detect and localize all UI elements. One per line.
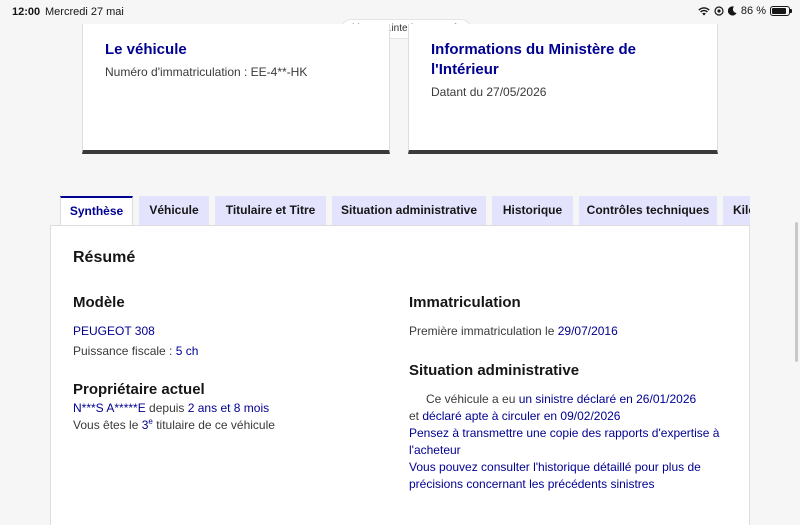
- owner-name: N***S A*****E: [73, 401, 146, 415]
- fiscal-power-label: Puissance fiscale :: [73, 344, 176, 358]
- modele-heading: Modèle: [73, 294, 125, 311]
- status-time: 12:00: [12, 6, 41, 18]
- battery-icon: [770, 6, 792, 16]
- advice-history-line-1[interactable]: Vous pouvez consulter l'historique détai…: [409, 459, 701, 476]
- synthese-panel: Résumé Modèle PEUGEOT 308 Puissance fisc…: [50, 225, 750, 525]
- tab-controles-techniques[interactable]: Contrôles techniques: [579, 196, 717, 226]
- advice-expertise-line-2[interactable]: l'acheteur: [409, 442, 461, 459]
- owner-heading: Propriétaire actuel: [73, 381, 205, 398]
- battery-percent: 86 %: [740, 5, 766, 17]
- vehicle-card-title: Le véhicule: [105, 41, 187, 58]
- registration-number: Numéro d'immatriculation : EE-4**-HK: [105, 65, 308, 79]
- situation-line-1: Ce véhicule a eu un sinistre déclaré en …: [426, 391, 696, 408]
- wifi-icon: [698, 7, 710, 16]
- vehicle-card: Le véhicule Numéro d'immatriculation : E…: [82, 24, 390, 154]
- situation-line-2-prefix: et: [409, 409, 423, 423]
- tab-kilometrage[interactable]: Kilo: [723, 196, 750, 226]
- situation-heading: Situation administrative: [409, 362, 580, 379]
- advice-history-line-2[interactable]: précisions concernant les précédents sin…: [409, 476, 654, 493]
- ministry-card: Informations du Ministère de l'Intérieur…: [408, 24, 718, 154]
- owner-since-label: depuis: [145, 401, 188, 415]
- tab-synthese[interactable]: Synthèse: [60, 196, 133, 226]
- immatriculation-heading: Immatriculation: [409, 294, 521, 311]
- apte-link[interactable]: déclaré apte à circuler en 09/02/2026: [422, 409, 620, 423]
- owner-line: N***S A*****E depuis 2 ans et 8 mois: [73, 400, 269, 417]
- fiscal-power-value: 5 ch: [175, 344, 199, 358]
- owner-rank-prefix: Vous êtes le: [73, 418, 142, 432]
- page-scrollbar[interactable]: [795, 222, 798, 362]
- fiscal-power: Puissance fiscale : 5 ch: [73, 343, 198, 360]
- tab-historique[interactable]: Historique: [492, 196, 573, 226]
- owner-rank-suffix: titulaire de ce véhicule: [152, 418, 275, 432]
- tab-titulaire[interactable]: Titulaire et Titre: [215, 196, 326, 226]
- location-icon: [714, 6, 724, 16]
- owner-duration: 2 ans et 8 mois: [187, 401, 270, 415]
- situation-line-2: et déclaré apte à circuler en 09/02/2026: [409, 408, 620, 425]
- status-right: 86 %: [698, 5, 792, 17]
- status-date: Mercredi 27 mai: [45, 6, 124, 18]
- moon-icon: [727, 6, 737, 16]
- owner-rank-number: 3e: [142, 418, 153, 433]
- tab-vehicule[interactable]: Véhicule: [139, 196, 209, 226]
- advice-expertise-line-1[interactable]: Pensez à transmettre une copie des rappo…: [409, 425, 719, 442]
- sinistre-link[interactable]: un sinistre déclaré en 26/01/2026: [519, 392, 696, 406]
- first-registration-label: Première immatriculation le: [409, 324, 558, 338]
- situation-line-1-prefix: Ce véhicule a eu: [426, 392, 519, 406]
- first-registration-date: 29/07/2016: [557, 324, 618, 338]
- ministry-date: Datant du 27/05/2026: [431, 85, 547, 99]
- resume-heading: Résumé: [73, 249, 136, 266]
- tab-bar: Synthèse Véhicule Titulaire et Titre Sit…: [60, 196, 750, 226]
- ministry-card-title: Informations du Ministère de l'Intérieur: [431, 41, 637, 78]
- tab-situation-administrative[interactable]: Situation administrative: [332, 196, 486, 226]
- model-name: PEUGEOT 308: [73, 324, 155, 338]
- first-registration: Première immatriculation le 29/07/2016: [409, 323, 618, 340]
- owner-rank: Vous êtes le 3e titulaire de ce véhicule: [73, 417, 275, 434]
